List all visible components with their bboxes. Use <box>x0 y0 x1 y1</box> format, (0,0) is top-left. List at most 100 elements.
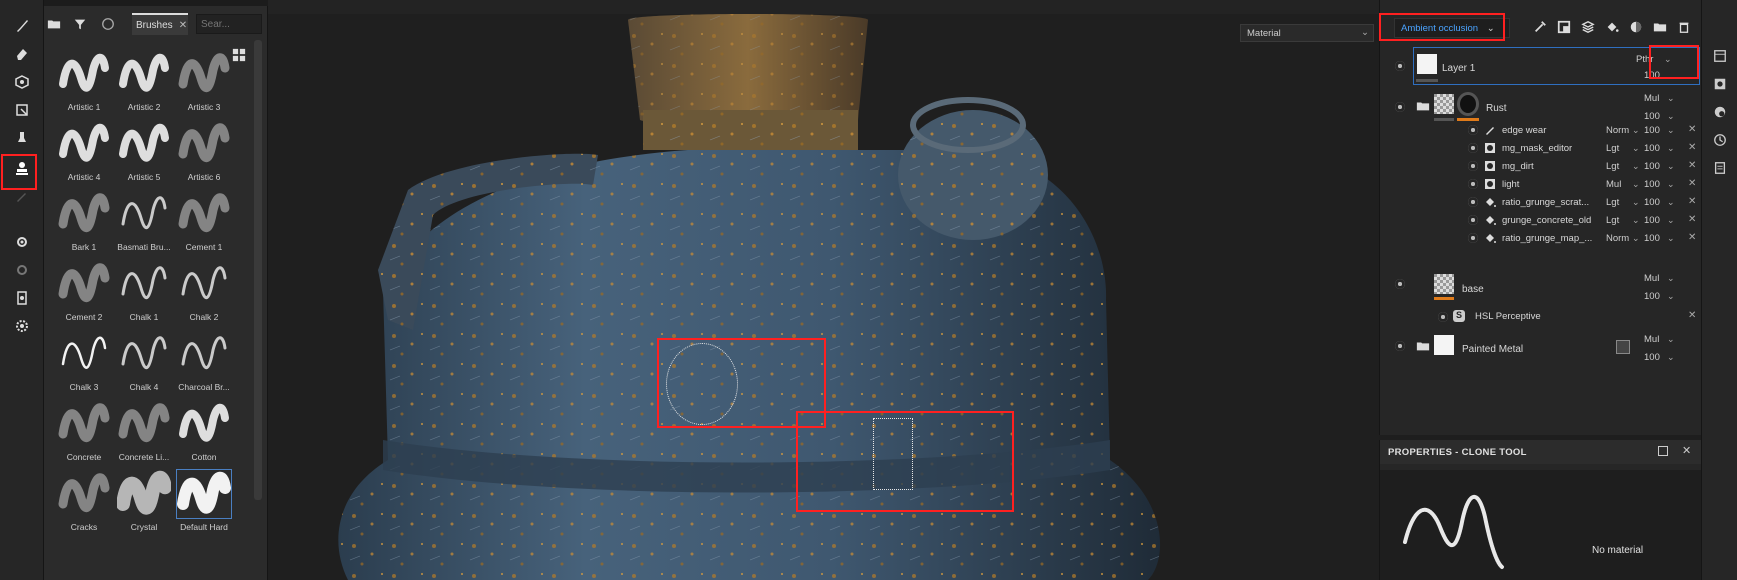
texture-set-list-icon[interactable] <box>1712 48 1728 64</box>
grid-view-icon[interactable] <box>232 48 246 65</box>
close-icon[interactable]: ✕ <box>1688 124 1696 135</box>
blend-mode[interactable]: Lgt <box>1606 215 1619 226</box>
opacity-value[interactable]: 100 <box>1644 215 1660 226</box>
blend-mode[interactable]: Lgt <box>1606 161 1619 172</box>
projection-tool-icon[interactable] <box>12 72 32 92</box>
visibility-eye-icon[interactable] <box>1468 125 1478 135</box>
close-icon[interactable]: ✕ <box>1688 178 1696 189</box>
opacity-value[interactable]: 100 <box>1644 111 1660 122</box>
close-icon[interactable]: ✕ <box>1688 214 1696 225</box>
settings-gear-icon[interactable] <box>12 316 32 336</box>
blend-mode[interactable]: Lgt <box>1606 143 1619 154</box>
brush-item[interactable]: Charcoal Br... <box>174 328 234 394</box>
visibility-eye-icon[interactable] <box>1468 233 1478 243</box>
export-icon[interactable] <box>12 288 32 308</box>
brush-item[interactable]: Artistic 2 <box>114 48 174 114</box>
add-effect-icon[interactable] <box>1532 19 1548 35</box>
add-smart-material-icon[interactable] <box>1628 19 1644 35</box>
log-icon[interactable] <box>1712 160 1728 176</box>
duplicate-icon[interactable] <box>1616 340 1630 354</box>
brush-item[interactable]: Artistic 6 <box>174 118 234 184</box>
brush-item[interactable]: Artistic 3 <box>174 48 234 114</box>
brush-item[interactable]: Chalk 1 <box>114 258 174 324</box>
close-icon[interactable]: ✕ <box>1688 160 1696 171</box>
effect-row[interactable]: ratio_grunge_map_... Norm ⌄ 100 ⌄ ✕ <box>1380 230 1702 246</box>
opacity-value[interactable]: 100 <box>1644 179 1660 190</box>
undock-icon[interactable] <box>1658 446 1668 456</box>
brush-item[interactable]: Chalk 4 <box>114 328 174 394</box>
effect-row[interactable]: mg_dirt Lgt ⌄ 100 ⌄ ✕ <box>1380 158 1702 174</box>
bake-settings-icon[interactable] <box>12 232 32 252</box>
texture-set-settings-icon[interactable] <box>1712 76 1728 92</box>
brush-item[interactable]: Cement 1 <box>174 188 234 254</box>
effect-row-hsl[interactable]: S HSL Perceptive ✕ <box>1380 310 1702 324</box>
opacity-value[interactable]: 100 <box>1644 233 1660 244</box>
delete-trash-icon[interactable] <box>1676 19 1692 35</box>
visibility-eye-icon[interactable] <box>1468 197 1478 207</box>
effect-row[interactable]: light Mul ⌄ 100 ⌄ ✕ <box>1380 176 1702 192</box>
blend-mode[interactable]: Mul <box>1606 179 1621 190</box>
blend-mode[interactable]: Norm <box>1606 233 1629 244</box>
close-icon[interactable]: ✕ <box>1688 310 1696 321</box>
display-settings-icon[interactable] <box>1712 104 1728 120</box>
brush-item[interactable]: Crystal <box>114 468 174 534</box>
folder-icon[interactable] <box>46 16 62 32</box>
brush-item[interactable]: Chalk 2 <box>174 258 234 324</box>
opacity-value[interactable]: 100 <box>1644 197 1660 208</box>
blend-mode[interactable]: Mul <box>1644 334 1659 345</box>
material-mode-select[interactable]: Material ⌄ <box>1240 24 1374 42</box>
close-icon[interactable]: ✕ <box>1688 142 1696 153</box>
opacity-value[interactable]: 100 <box>1644 291 1660 302</box>
brush-item[interactable]: Default Hard <box>174 468 234 534</box>
brush-item[interactable]: Basmati Bru... <box>114 188 174 254</box>
3d-viewport[interactable]: Material ⌄ <box>268 0 1379 580</box>
visibility-eye-icon[interactable] <box>1468 161 1478 171</box>
visibility-eye-icon[interactable] <box>1395 102 1405 112</box>
visibility-eye-icon[interactable] <box>1395 341 1405 351</box>
blend-mode[interactable]: Mul <box>1644 273 1659 284</box>
brush-item[interactable]: Cotton <box>174 398 234 464</box>
brush-item[interactable]: Bark 1 <box>54 188 114 254</box>
opacity-value[interactable]: 100 <box>1644 125 1660 136</box>
add-mask-icon[interactable] <box>1556 19 1572 35</box>
visibility-eye-icon[interactable] <box>1438 312 1448 322</box>
brush-item[interactable]: Concrete Li... <box>114 398 174 464</box>
circle-filter-icon[interactable] <box>100 16 116 32</box>
effect-row[interactable]: mg_mask_editor Lgt ⌄ 100 ⌄ ✕ <box>1380 140 1702 156</box>
visibility-eye-icon[interactable] <box>1468 179 1478 189</box>
render-settings-icon[interactable] <box>12 260 32 280</box>
add-layer-icon[interactable] <box>1580 19 1596 35</box>
shelf-scrollbar[interactable] <box>254 40 262 500</box>
blend-mode[interactable]: Lgt <box>1606 197 1619 208</box>
close-icon[interactable]: ✕ <box>179 20 187 31</box>
blend-mode[interactable]: Mul <box>1644 93 1659 104</box>
visibility-eye-icon[interactable] <box>1395 61 1405 71</box>
eraser-tool-icon[interactable] <box>12 44 32 64</box>
effect-row[interactable]: edge wear Norm ⌄ 100 ⌄ ✕ <box>1380 122 1702 138</box>
brush-item[interactable]: Cement 2 <box>54 258 114 324</box>
effect-row[interactable]: grunge_concrete_old Lgt ⌄ 100 ⌄ ✕ <box>1380 212 1702 228</box>
close-icon[interactable]: ✕ <box>1688 232 1696 243</box>
shelf-search-input[interactable] <box>196 14 262 34</box>
opacity-value[interactable]: 100 <box>1644 161 1660 172</box>
opacity-value[interactable]: 100 <box>1644 352 1660 363</box>
close-icon[interactable]: ✕ <box>1682 444 1691 457</box>
brush-item[interactable]: Artistic 5 <box>114 118 174 184</box>
brush-item[interactable]: Cracks <box>54 468 114 534</box>
brush-item[interactable]: Artistic 1 <box>54 48 114 114</box>
brush-item[interactable]: Chalk 3 <box>54 328 114 394</box>
opacity-value[interactable]: 100 <box>1644 143 1660 154</box>
visibility-eye-icon[interactable] <box>1468 143 1478 153</box>
close-icon[interactable]: ✕ <box>1688 196 1696 207</box>
brush-item[interactable]: Concrete <box>54 398 114 464</box>
visibility-eye-icon[interactable] <box>1395 279 1405 289</box>
visibility-eye-icon[interactable] <box>1468 215 1478 225</box>
filter-icon[interactable] <box>72 16 88 32</box>
smudge-tool-icon[interactable] <box>12 128 32 148</box>
paint-brush-tool-icon[interactable] <box>12 16 32 36</box>
effect-row[interactable]: ratio_grunge_scrat... Lgt ⌄ 100 ⌄ ✕ <box>1380 194 1702 210</box>
brushes-tab[interactable]: Brushes ✕ <box>132 13 188 35</box>
blend-mode[interactable]: Norm <box>1606 125 1629 136</box>
add-folder-icon[interactable] <box>1652 19 1668 35</box>
polygon-fill-tool-icon[interactable] <box>12 100 32 120</box>
